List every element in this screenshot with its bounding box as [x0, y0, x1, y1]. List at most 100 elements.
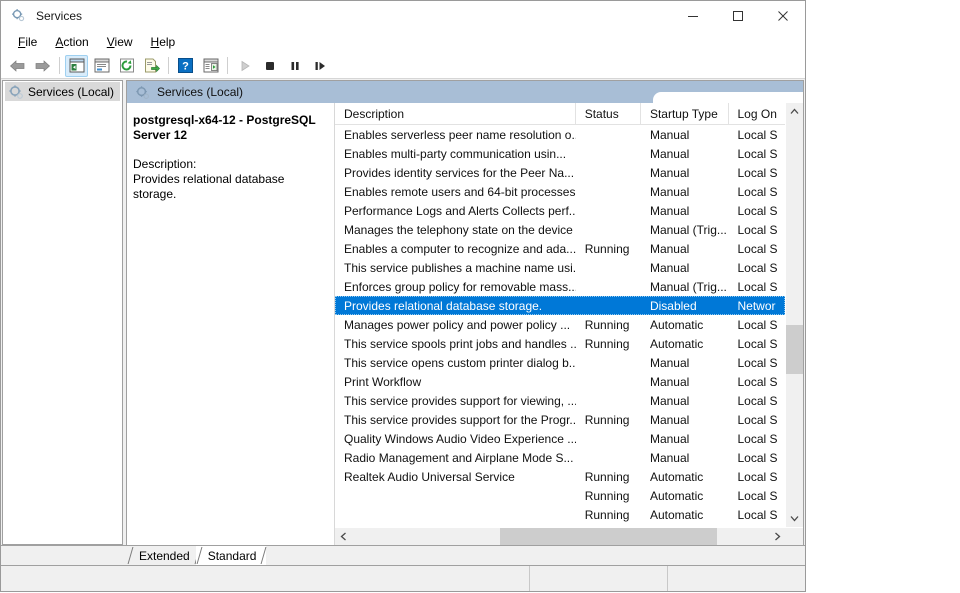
column-header-description[interactable]: Description: [335, 103, 576, 124]
menu-view[interactable]: View: [98, 33, 142, 51]
table-row[interactable]: RunningAutomaticLocal S: [335, 505, 785, 524]
cell-description: Provides relational database storage.: [335, 299, 576, 313]
menu-help-label: elp: [159, 35, 175, 49]
horizontal-scroll-track[interactable]: [352, 528, 769, 545]
cell-description: Manages power policy and power policy ..…: [335, 318, 576, 332]
vertical-scroll-track[interactable]: [786, 120, 803, 510]
table-row[interactable]: Manages the telephony state on the devic…: [335, 220, 785, 239]
cell-startup: Disabled: [641, 299, 729, 313]
menu-file[interactable]: File: [9, 33, 46, 51]
vertical-scroll-thumb[interactable]: [786, 325, 803, 374]
cell-startup: Manual: [641, 356, 729, 370]
column-header-startup-type[interactable]: Startup Type: [641, 103, 729, 124]
svg-text:?: ?: [182, 61, 189, 73]
start-service-icon[interactable]: [233, 55, 256, 77]
cell-startup: Manual: [641, 128, 729, 142]
table-row[interactable]: This service spools print jobs and handl…: [335, 334, 785, 353]
service-detail-title: postgresql-x64-12 - PostgreSQL Server 12: [133, 113, 324, 143]
cell-description: Radio Management and Airplane Mode S...: [335, 451, 576, 465]
column-header-status[interactable]: Status: [576, 103, 641, 124]
table-row[interactable]: RunningAutomaticLocal S: [335, 486, 785, 505]
cell-logon: Networ: [728, 299, 785, 313]
scroll-down-icon[interactable]: [786, 510, 803, 527]
table-row[interactable]: This service publishes a machine name us…: [335, 258, 785, 277]
column-header-log-on[interactable]: Log On: [729, 103, 786, 124]
show-hide-console-tree-icon[interactable]: [65, 55, 88, 77]
cell-logon: Local S: [728, 242, 785, 256]
table-row[interactable]: Enforces group policy for removable mass…: [335, 277, 785, 296]
scroll-left-icon[interactable]: [335, 528, 352, 545]
horizontal-scroll-thumb[interactable]: [500, 528, 717, 545]
cell-startup: Manual: [641, 413, 729, 427]
export-list-icon[interactable]: [140, 55, 163, 77]
table-row[interactable]: Manages power policy and power policy ..…: [335, 315, 785, 334]
service-detail-panel: postgresql-x64-12 - PostgreSQL Server 12…: [127, 103, 334, 545]
properties-icon[interactable]: [90, 55, 113, 77]
cell-startup: Manual (Trig...: [641, 223, 729, 237]
horizontal-scrollbar[interactable]: [335, 527, 803, 545]
minimize-button[interactable]: [670, 1, 715, 31]
cell-startup: Manual: [641, 432, 729, 446]
scroll-up-icon[interactable]: [786, 103, 803, 120]
status-pane-message: [1, 566, 530, 591]
back-icon[interactable]: [6, 55, 29, 77]
cell-logon: Local S: [728, 470, 785, 484]
toolbar-separator: [227, 57, 228, 74]
cell-logon: Local S: [728, 337, 785, 351]
menu-action-label: ction: [63, 35, 88, 49]
services-window: Services File Action View Help: [0, 0, 806, 592]
table-row[interactable]: Realtek Audio Universal ServiceRunningAu…: [335, 467, 785, 486]
table-row[interactable]: This service provides support for viewin…: [335, 391, 785, 410]
table-row[interactable]: Radio Management and Airplane Mode S...M…: [335, 448, 785, 467]
menu-action[interactable]: Action: [46, 33, 97, 51]
close-button[interactable]: [760, 1, 805, 31]
cell-status: Running: [576, 413, 641, 427]
cell-startup: Manual: [641, 204, 729, 218]
table-row[interactable]: Enables serverless peer name resolution …: [335, 125, 785, 144]
stop-service-icon[interactable]: [258, 55, 281, 77]
table-row[interactable]: This service opens custom printer dialog…: [335, 353, 785, 372]
cell-logon: Local S: [728, 128, 785, 142]
cell-logon: Local S: [728, 204, 785, 218]
cell-logon: Local S: [728, 356, 785, 370]
cell-startup: Automatic: [641, 470, 729, 484]
table-row[interactable]: Enables multi-party communication usin..…: [335, 144, 785, 163]
cell-logon: Local S: [728, 508, 785, 522]
window-controls: [670, 1, 805, 31]
menu-help[interactable]: Help: [142, 33, 185, 51]
tree-item-services-local[interactable]: Services (Local): [5, 82, 120, 101]
detail-spacer: [133, 143, 324, 157]
vertical-scrollbar[interactable]: [785, 103, 803, 527]
toolbar-separator: [59, 57, 60, 74]
cell-description: This service spools print jobs and handl…: [335, 337, 576, 351]
tab-standard[interactable]: Standard: [196, 546, 267, 565]
pause-service-icon[interactable]: [283, 55, 306, 77]
table-row[interactable]: Print WorkflowManualLocal S: [335, 372, 785, 391]
help-icon[interactable]: ?: [174, 55, 197, 77]
services-gear-icon: [11, 8, 27, 24]
refresh-icon[interactable]: [115, 55, 138, 77]
table-row[interactable]: Performance Logs and Alerts Collects per…: [335, 201, 785, 220]
forward-icon[interactable]: [31, 55, 54, 77]
cell-startup: Automatic: [641, 318, 729, 332]
cell-logon: Local S: [728, 147, 785, 161]
cell-description: This service opens custom printer dialog…: [335, 356, 576, 370]
pane-header-label: Services (Local): [157, 85, 243, 99]
cell-status: Running: [576, 489, 641, 503]
service-detail-description-label: Description:: [133, 157, 324, 172]
tab-extended-label: Extended: [139, 549, 190, 563]
show-action-pane-icon[interactable]: [199, 55, 222, 77]
table-row[interactable]: Provides relational database storage. Dis…: [335, 296, 785, 315]
cell-status: Running: [576, 470, 641, 484]
table-row[interactable]: Enables a computer to recognize and ada.…: [335, 239, 785, 258]
body-split: Services (Local): [1, 79, 805, 545]
cell-description: This service provides support for viewin…: [335, 394, 576, 408]
table-row[interactable]: Quality Windows Audio Video Experience .…: [335, 429, 785, 448]
table-row[interactable]: Enables remote users and 64-bit processe…: [335, 182, 785, 201]
table-row[interactable]: Provides identity services for the Peer …: [335, 163, 785, 182]
table-row[interactable]: This service provides support for the Pr…: [335, 410, 785, 429]
maximize-button[interactable]: [715, 1, 760, 31]
tab-extended[interactable]: Extended: [127, 546, 200, 565]
restart-service-icon[interactable]: [308, 55, 331, 77]
scroll-right-icon[interactable]: [769, 528, 786, 545]
